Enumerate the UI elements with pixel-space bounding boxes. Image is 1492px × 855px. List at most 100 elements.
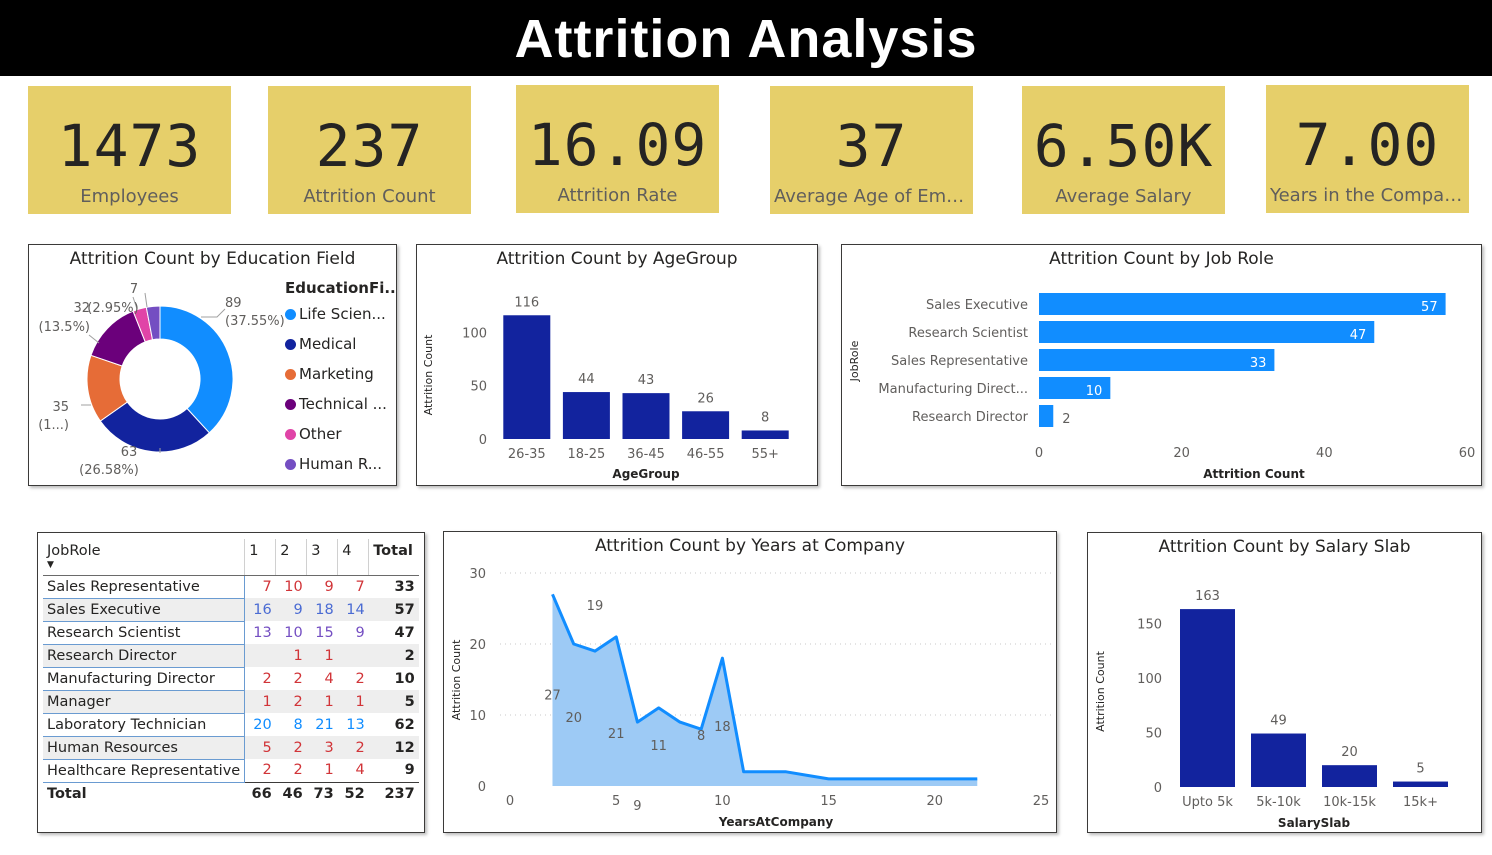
x-tick-label: 20 bbox=[1173, 446, 1190, 461]
kpi-card-average-age[interactable]: 37 Average Age of Empl... bbox=[770, 86, 973, 214]
x-tick-label: 26-35 bbox=[508, 447, 546, 462]
data-label: 11 bbox=[650, 739, 667, 754]
matrix-row-total: 33 bbox=[394, 578, 415, 595]
data-label: 27 bbox=[544, 688, 561, 703]
data-label: 63 bbox=[121, 445, 138, 460]
y-tick-label: Sales Executive bbox=[926, 298, 1028, 313]
jobrole-matrix[interactable]: JobRole ▼ 1 2 3 4 Total Sales Representat… bbox=[37, 532, 425, 833]
bar[interactable] bbox=[503, 315, 551, 439]
matrix-row[interactable]: Research Scientist 13 10 15 9 47 bbox=[43, 621, 419, 645]
legend-item-medical[interactable]: Medical bbox=[285, 335, 395, 365]
donut-slice[interactable] bbox=[159, 305, 234, 434]
bar[interactable] bbox=[1039, 293, 1446, 315]
education-field-donut-chart[interactable]: Attrition Count by Education Field 89 (37… bbox=[28, 244, 397, 486]
legend-item-human-resources[interactable]: Human R... bbox=[285, 455, 395, 485]
y-tick-label: 20 bbox=[469, 638, 486, 653]
legend-item-life-sciences[interactable]: Life Scien... bbox=[285, 305, 395, 335]
years-svg: 0 10 20 30 0 5 10 15 20 25 27 20 19 21 9 11 8 18 YearsAtCo… bbox=[450, 567, 1053, 829]
matrix-row-total: 12 bbox=[368, 736, 419, 759]
data-label: 10 bbox=[1086, 384, 1103, 399]
matrix-cell: 9 bbox=[355, 624, 365, 641]
kpi-value: 1473 bbox=[57, 112, 202, 180]
legend-title: EducationFi... bbox=[285, 279, 395, 297]
bar[interactable] bbox=[1180, 609, 1235, 787]
y-tick-label: 100 bbox=[462, 326, 487, 341]
kpi-card-years-in-company[interactable]: 7.00 Years in the Company bbox=[1266, 85, 1469, 213]
matrix-row[interactable]: Sales Executive 16 9 18 14 57 bbox=[43, 598, 419, 622]
matrix-cell bbox=[337, 644, 369, 667]
bar[interactable] bbox=[622, 393, 670, 439]
kpi-card-employees[interactable]: 1473 Employees bbox=[28, 86, 231, 214]
kpi-value: 6.50K bbox=[1033, 112, 1214, 180]
leader-line bbox=[144, 292, 148, 308]
legend-item-other[interactable]: Other bbox=[285, 425, 395, 455]
legend-label: Marketing bbox=[299, 365, 374, 383]
x-axis-label: YearsAtCompany bbox=[718, 815, 834, 829]
data-label: 26 bbox=[697, 391, 714, 406]
x-axis-label: SalarySlab bbox=[1278, 816, 1351, 830]
matrix-row[interactable]: Manufacturing Director 2 2 4 2 10 bbox=[43, 667, 419, 691]
matrix-row[interactable]: Manager 1 2 1 1 5 bbox=[43, 690, 419, 714]
x-tick-label: 20 bbox=[927, 794, 944, 809]
matrix-header-col[interactable]: 1 bbox=[244, 539, 276, 576]
y-axis-label: Attrition Count bbox=[450, 639, 463, 720]
salary-slab-bar-chart[interactable]: Attrition Count by Salary Slab 0 50 100 150… bbox=[1087, 532, 1482, 833]
bar[interactable] bbox=[1393, 781, 1448, 787]
matrix-header-col[interactable]: 4 bbox=[337, 539, 369, 576]
x-tick-label: 5 bbox=[612, 794, 620, 809]
bar[interactable] bbox=[741, 430, 789, 439]
matrix-header-jobrole[interactable]: JobRole ▼ bbox=[43, 539, 245, 576]
bar[interactable] bbox=[1039, 405, 1054, 427]
matrix-header-total[interactable]: Total bbox=[368, 539, 419, 576]
bar[interactable] bbox=[1039, 349, 1275, 371]
data-label: 89 bbox=[225, 296, 242, 311]
legend-item-technical[interactable]: Technical ... bbox=[285, 395, 395, 425]
bar[interactable] bbox=[1251, 733, 1306, 787]
matrix-header-col[interactable]: 2 bbox=[275, 539, 307, 576]
kpi-label: Average Salary bbox=[1055, 186, 1192, 207]
matrix-row[interactable]: Healthcare Representative 2 2 1 4 9 bbox=[43, 759, 419, 783]
kpi-card-attrition-rate[interactable]: 16.09 Attrition Rate bbox=[516, 85, 719, 213]
sort-arrow-icon[interactable]: ▼ bbox=[47, 561, 240, 570]
legend-label: Human R... bbox=[299, 455, 383, 473]
kpi-card-attrition-count[interactable]: 237 Attrition Count bbox=[268, 86, 471, 214]
data-label: 19 bbox=[587, 599, 604, 614]
matrix-total-label: Total bbox=[43, 781, 245, 805]
y-tick-label: Research Director bbox=[912, 410, 1029, 425]
x-tick-label: 18-25 bbox=[568, 447, 606, 462]
y-tick-label: 10 bbox=[469, 709, 486, 724]
matrix-cell: 2 bbox=[337, 736, 369, 759]
bar[interactable] bbox=[1039, 321, 1375, 343]
bar[interactable] bbox=[562, 392, 610, 439]
matrix-row[interactable]: Human Resources 5 2 3 2 12 bbox=[43, 736, 419, 760]
matrix-total-cell: 46 bbox=[275, 781, 307, 805]
matrix-header-col[interactable]: 3 bbox=[306, 539, 338, 576]
kpi-label: Years in the Company bbox=[1270, 185, 1465, 206]
kpi-value: 37 bbox=[835, 112, 908, 180]
matrix-row-total: 62 bbox=[394, 716, 415, 733]
x-tick-label: 25 bbox=[1033, 794, 1050, 809]
matrix-row[interactable]: Research Director 1 1 2 bbox=[43, 644, 419, 668]
x-tick-label: 0 bbox=[1035, 446, 1043, 461]
years-at-company-area-chart[interactable]: Attrition Count by Years at Company 0 10 2… bbox=[443, 531, 1057, 833]
matrix-cell: 10 bbox=[284, 624, 303, 641]
bar[interactable] bbox=[682, 411, 730, 439]
matrix-row[interactable]: Sales Representative 7 10 9 7 33 bbox=[43, 575, 419, 599]
legend-item-marketing[interactable]: Marketing bbox=[285, 365, 395, 395]
data-label: 2 bbox=[1062, 412, 1070, 427]
area-fill bbox=[552, 594, 978, 786]
x-tick-label: 10 bbox=[714, 794, 731, 809]
matrix-row[interactable]: Laboratory Technician 20 8 21 13 62 bbox=[43, 713, 419, 737]
matrix-cell: 2 bbox=[355, 670, 365, 687]
matrix-row-total: 5 bbox=[368, 690, 419, 713]
salary-svg: 0 50 100 150 163 Upto 5k 49 5k-10k 20 10k-15k 5 15k… bbox=[1094, 589, 1448, 830]
legend-dot bbox=[285, 399, 296, 410]
bar[interactable] bbox=[1322, 765, 1377, 787]
kpi-value: 7.00 bbox=[1295, 111, 1440, 179]
matrix-cell: 21 bbox=[315, 716, 334, 733]
agegroup-bar-chart[interactable]: Attrition Count by AgeGroup 0 50 100 116 26-… bbox=[416, 244, 818, 486]
jobrole-bar-chart[interactable]: Attrition Count by Job Role 0 20 40 60 Sales… bbox=[841, 244, 1482, 486]
jobrole-svg: 0 20 40 60 Sales Executive 57 Research Scienti… bbox=[848, 293, 1475, 481]
kpi-card-average-salary[interactable]: 6.50K Average Salary bbox=[1022, 86, 1225, 214]
matrix-cell: 16 bbox=[244, 598, 276, 621]
